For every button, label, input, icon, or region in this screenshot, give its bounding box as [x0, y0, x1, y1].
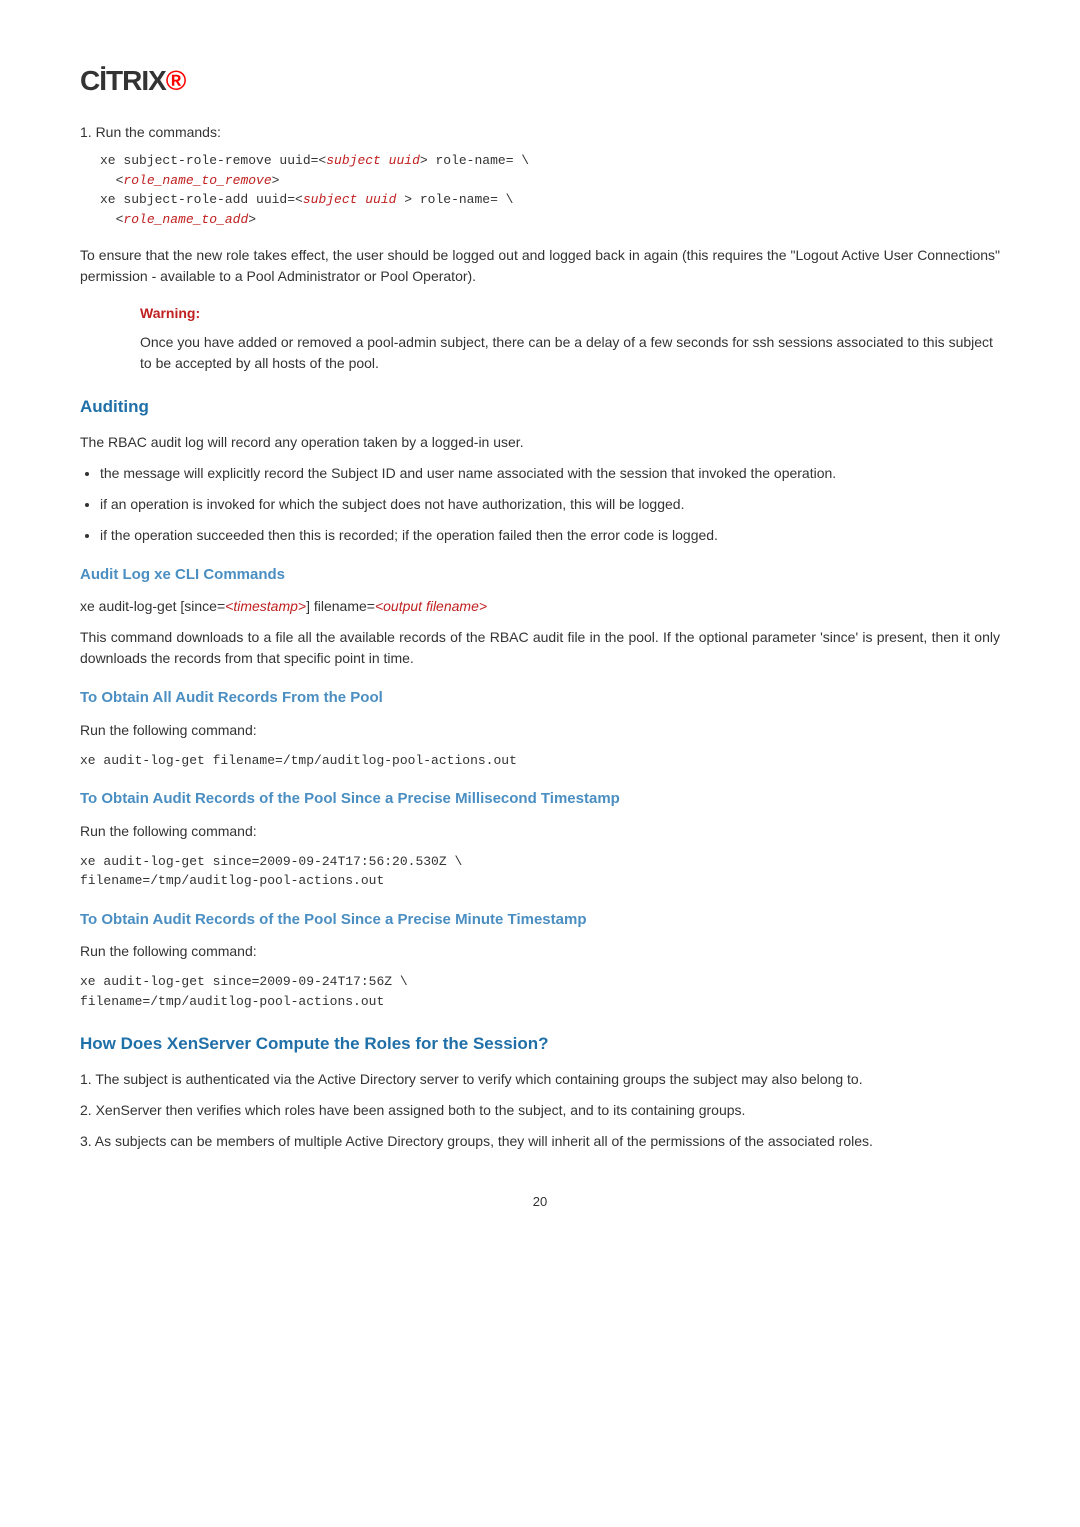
- bullet-list: the message will explicitly record the S…: [80, 463, 1000, 546]
- cmd-text: ] filename=: [306, 598, 375, 614]
- run-command-label: Run the following command:: [80, 941, 1000, 962]
- cmd-text: xe audit-log-get [since=: [80, 598, 225, 614]
- paragraph: To ensure that the new role takes effect…: [80, 245, 1000, 287]
- step-1-label: 1. Run the commands:: [80, 122, 1000, 143]
- heading-obtain-min: To Obtain Audit Records of the Pool Sinc…: [80, 909, 1000, 932]
- warning-block: Warning: Once you have added or removed …: [140, 303, 1000, 374]
- command-syntax: xe audit-log-get [since=<timestamp>] fil…: [80, 596, 1000, 617]
- run-command-label: Run the following command:: [80, 720, 1000, 741]
- list-item: the message will explicitly record the S…: [100, 463, 1000, 484]
- citrix-logo: CİTRIX®: [80, 60, 1000, 102]
- command-block: xe audit-log-get since=2009-09-24T17:56:…: [80, 852, 1000, 891]
- logo-text: CİTRIX: [80, 65, 166, 96]
- command-block: xe audit-log-get since=2009-09-24T17:56Z…: [80, 972, 1000, 1011]
- paragraph: The RBAC audit log will record any opera…: [80, 432, 1000, 453]
- list-item: if an operation is invoked for which the…: [100, 494, 1000, 515]
- heading-obtain-all: To Obtain All Audit Records From the Poo…: [80, 687, 1000, 710]
- paragraph: 1. The subject is authenticated via the …: [80, 1069, 1000, 1090]
- code-text: > role-name= \: [404, 192, 513, 207]
- code-text: > role-name= \: [420, 153, 529, 168]
- code-text: <: [100, 212, 123, 227]
- paragraph: This command downloads to a file all the…: [80, 627, 1000, 669]
- cmd-param: <output filename>: [375, 598, 487, 614]
- code-param: subject uuid: [303, 192, 404, 207]
- heading-auditing: Auditing: [80, 394, 1000, 420]
- command-block: xe audit-log-get filename=/tmp/auditlog-…: [80, 751, 1000, 771]
- paragraph: 2. XenServer then verifies which roles h…: [80, 1100, 1000, 1121]
- code-text: xe subject-role-add uuid=<: [100, 192, 303, 207]
- heading-audit-log-cli: Audit Log xe CLI Commands: [80, 564, 1000, 587]
- code-param: role_name_to_add: [123, 212, 248, 227]
- code-param: subject uuid: [326, 153, 420, 168]
- list-item: if the operation succeeded then this is …: [100, 525, 1000, 546]
- warning-title: Warning:: [140, 303, 1000, 324]
- paragraph: 3. As subjects can be members of multipl…: [80, 1131, 1000, 1152]
- logo-dot: ®: [166, 65, 186, 96]
- code-text: >: [248, 212, 256, 227]
- code-text: >: [272, 173, 280, 188]
- page-number: 20: [80, 1192, 1000, 1212]
- cmd-param: <timestamp>: [225, 598, 306, 614]
- code-text: xe subject-role-remove uuid=<: [100, 153, 326, 168]
- heading-obtain-ms: To Obtain Audit Records of the Pool Sinc…: [80, 788, 1000, 811]
- code-text: <: [100, 173, 123, 188]
- heading-how-does: How Does XenServer Compute the Roles for…: [80, 1031, 1000, 1057]
- code-param: role_name_to_remove: [123, 173, 271, 188]
- code-block-1: xe subject-role-remove uuid=<subject uui…: [100, 151, 1000, 229]
- warning-text: Once you have added or removed a pool-ad…: [140, 332, 1000, 374]
- run-command-label: Run the following command:: [80, 821, 1000, 842]
